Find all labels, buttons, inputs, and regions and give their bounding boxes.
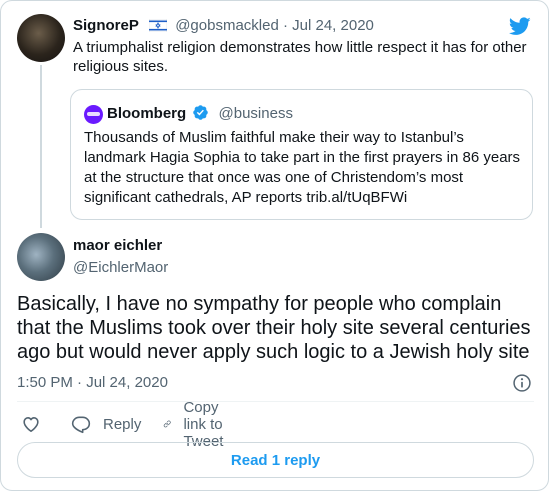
parent-author-name[interactable]: SignoreP [73, 17, 139, 34]
parent-tweet-date[interactable]: Jul 24, 2020 [292, 17, 374, 34]
divider [17, 401, 534, 402]
parent-tweet-header: SignoreP @gobsmackled · Jul 24, 2020 [73, 17, 374, 35]
meta-separator: · [77, 374, 83, 391]
verified-badge-icon [193, 105, 209, 120]
quoted-author-handle: @business [218, 105, 293, 122]
like-button[interactable] [21, 412, 41, 436]
tweet-time[interactable]: 1:50 PM [17, 374, 73, 391]
main-tweet-line: that the Muslims took over their holy si… [17, 317, 531, 339]
bloomberg-logo-icon [84, 105, 103, 124]
embedded-tweet-card: SignoreP @gobsmackled · Jul 24, 2020 A t… [0, 0, 549, 491]
info-icon[interactable] [512, 373, 532, 393]
twitter-bird-icon[interactable] [507, 15, 533, 37]
parent-author-handle[interactable]: @gobsmackled [175, 17, 279, 34]
main-tweet-line: Basically, I have no sympathy for people… [17, 293, 502, 315]
israel-flag-icon [149, 19, 168, 32]
read-replies-button[interactable]: Read 1 reply [17, 442, 534, 478]
parent-tweet-text: A triumphalist religion demonstrates how… [73, 39, 527, 75]
thread-connector-line [40, 65, 42, 228]
reply-button[interactable]: Reply [71, 412, 141, 436]
reply-label: Reply [103, 415, 142, 433]
quoted-tweet[interactable]: Bloomberg @business Thousands of Muslim … [70, 89, 533, 220]
tweet-date[interactable]: Jul 24, 2020 [86, 374, 168, 391]
quoted-tweet-header: Bloomberg @business [107, 104, 293, 124]
avatar-maor-eichler[interactable] [17, 233, 65, 281]
avatar-signorep[interactable] [17, 14, 65, 62]
link-icon [163, 420, 171, 428]
main-tweet-text: Basically, I have no sympathy for people… [17, 292, 539, 364]
header-separator: · [282, 17, 288, 34]
heart-icon [23, 417, 39, 432]
main-author-name[interactable]: maor eichler [73, 237, 162, 255]
main-author-handle[interactable]: @EichlerMaor [73, 259, 168, 277]
quoted-tweet-text: Thousands of Muslim faithful make their … [84, 129, 521, 206]
tweet-timestamp[interactable]: 1:50 PM · Jul 24, 2020 [17, 374, 168, 392]
reply-icon [71, 416, 91, 434]
copy-link-button[interactable]: Copy link to Tweet [163, 399, 235, 450]
quoted-author-name: Bloomberg [107, 105, 187, 122]
main-tweet-line: ago but would never apply such logic to … [17, 341, 530, 363]
